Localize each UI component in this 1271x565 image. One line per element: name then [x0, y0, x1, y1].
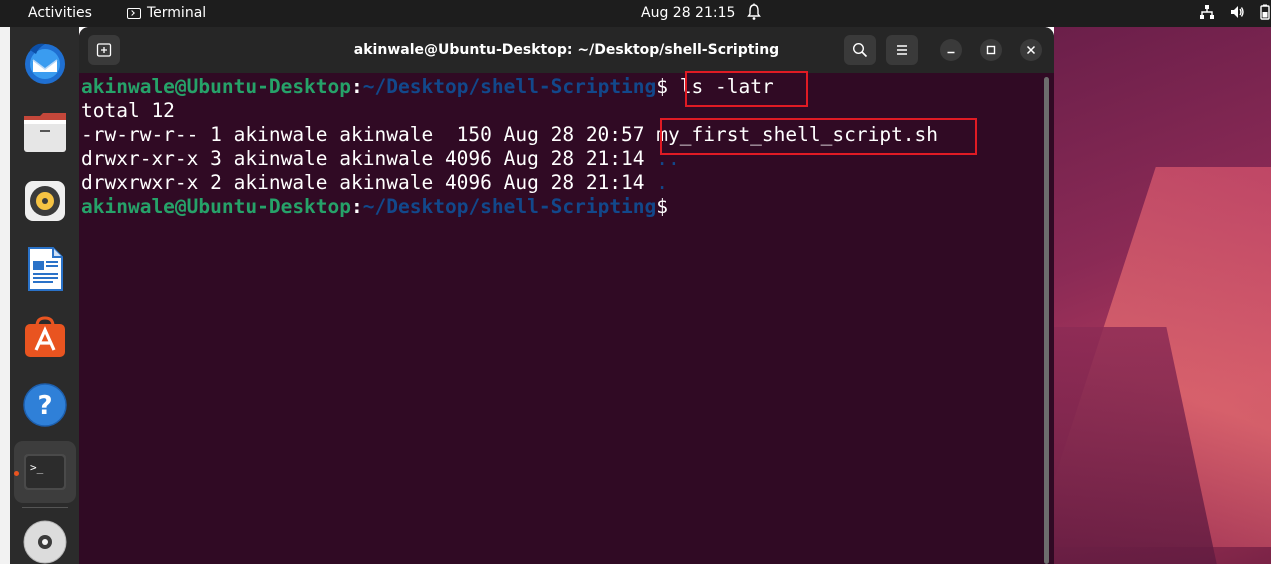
- app-menu[interactable]: Terminal: [127, 5, 206, 21]
- thunderbird-icon: [25, 43, 65, 84]
- alarm-bell-icon[interactable]: [746, 3, 762, 21]
- activities-button[interactable]: Activities: [28, 5, 92, 21]
- prompt-line: akinwale@Ubuntu-Desktop:~/Desktop/shell-…: [81, 195, 668, 219]
- volume-icon: [1231, 6, 1244, 18]
- prompt-user: akinwale@Ubuntu-Desktop: [81, 195, 352, 218]
- dock-item-terminal[interactable]: >_: [14, 441, 76, 503]
- libreoffice-writer-icon: [28, 247, 63, 291]
- maximize-icon: [986, 45, 996, 55]
- rhythmbox-icon: [25, 181, 65, 221]
- system-tray[interactable]: [1199, 4, 1271, 20]
- disc-icon: [23, 520, 67, 564]
- network-icon: [1200, 5, 1214, 19]
- dock-item-files[interactable]: [22, 108, 68, 154]
- file-meta: drwxrwxr-x 2 akinwale akinwale 4096 Aug …: [81, 171, 657, 194]
- output-total: total 12: [81, 99, 175, 122]
- search-button[interactable]: [844, 35, 876, 65]
- help-icon: ?: [23, 383, 67, 427]
- dock-item-app-center[interactable]: [22, 314, 68, 360]
- minimize-icon: [947, 51, 955, 54]
- prompt-dollar: $: [656, 75, 669, 98]
- screen-edge: [0, 27, 10, 564]
- prompt-path: ~/Desktop/shell-Scripting: [362, 75, 657, 98]
- filename-highlight-box: [660, 118, 977, 155]
- maximize-button[interactable]: [980, 39, 1002, 61]
- menu-button[interactable]: [886, 35, 918, 65]
- hamburger-menu-icon: [897, 45, 907, 55]
- clock[interactable]: Aug 28 21:15: [641, 5, 735, 21]
- dock-item-disc[interactable]: [22, 519, 68, 565]
- dock-item-rhythmbox[interactable]: [22, 178, 68, 224]
- minimize-button[interactable]: [940, 39, 962, 61]
- svg-text:?: ?: [37, 391, 52, 421]
- command-highlight-box: [685, 71, 808, 107]
- app-menu-label: Terminal: [147, 5, 207, 21]
- file-meta: drwxr-xr-x 3 akinwale akinwale 4096 Aug …: [81, 147, 657, 170]
- dock-item-help[interactable]: ?: [22, 382, 68, 428]
- close-icon: [1026, 45, 1036, 55]
- file-meta: -rw-rw-r-- 1 akinwale akinwale 150 Aug 2…: [81, 123, 657, 146]
- close-button[interactable]: [1020, 39, 1042, 61]
- running-indicator: [14, 471, 19, 476]
- file-name: .: [656, 171, 669, 194]
- desktop-wallpaper: [1054, 27, 1271, 564]
- files-icon: [24, 113, 66, 152]
- terminal-content[interactable]: akinwale@Ubuntu-Desktop:~/Desktop/shell-…: [79, 71, 1044, 564]
- prompt-path: ~/Desktop/shell-Scripting: [362, 195, 657, 218]
- svg-text:>_: >_: [30, 461, 44, 474]
- dock-item-writer[interactable]: [22, 246, 68, 292]
- prompt-user: akinwale@Ubuntu-Desktop: [81, 75, 352, 98]
- terminal-window[interactable]: akinwale@Ubuntu-Desktop: ~/Desktop/shell…: [79, 27, 1054, 564]
- dock-item-thunderbird[interactable]: [22, 40, 68, 86]
- command-line: akinwale@Ubuntu-Desktop:~/Desktop/shell-…: [81, 75, 774, 99]
- scrollbar[interactable]: [1044, 77, 1049, 564]
- prompt-colon: :: [351, 75, 363, 98]
- app-center-icon: [25, 316, 65, 357]
- prompt-colon: :: [351, 195, 363, 218]
- dock: ? >_: [10, 27, 79, 564]
- output-row: drwxrwxr-x 2 akinwale akinwale 4096 Aug …: [81, 171, 668, 195]
- battery-icon: [1260, 4, 1270, 20]
- search-icon: [852, 42, 868, 58]
- prompt-dollar: $: [656, 195, 669, 218]
- terminal-app-icon: [127, 7, 141, 19]
- terminal-icon: >_: [24, 454, 66, 490]
- title-bar[interactable]: akinwale@Ubuntu-Desktop: ~/Desktop/shell…: [79, 27, 1054, 73]
- top-bar: Activities Terminal Aug 28 21:15: [0, 0, 1271, 27]
- dock-separator: [22, 507, 68, 508]
- output-row: drwxr-xr-x 3 akinwale akinwale 4096 Aug …: [81, 147, 680, 171]
